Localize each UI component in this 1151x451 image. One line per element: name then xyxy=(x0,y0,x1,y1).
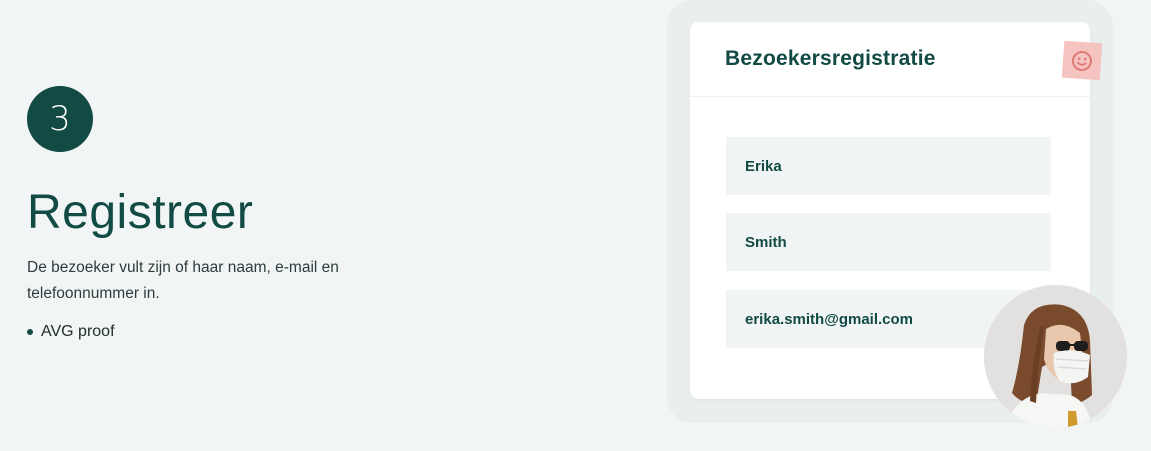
first-name-field[interactable]: Erika xyxy=(726,137,1051,195)
bullet-label: AVG proof xyxy=(41,323,115,340)
smiley-sticker xyxy=(1061,40,1103,81)
last-name-value: Smith xyxy=(745,233,787,251)
first-name-value: Erika xyxy=(745,157,782,175)
bullet-item: AVG proof xyxy=(27,323,447,341)
last-name-field[interactable]: Smith xyxy=(726,213,1051,271)
visitor-photo xyxy=(984,285,1127,428)
step-number-badge: 3 xyxy=(27,86,93,152)
section-title: Registreer xyxy=(27,186,254,239)
bullet-dot-icon xyxy=(27,329,33,335)
email-value: erika.smith@gmail.com xyxy=(745,310,914,328)
smiley-icon xyxy=(1072,50,1092,71)
card-title: Bezoekersregistratie xyxy=(690,22,1090,97)
step-section: 3 Registreer De bezoeker vult zijn of ha… xyxy=(27,86,447,341)
section-description: De bezoeker vult zijn of haar naam, e-ma… xyxy=(27,259,339,302)
visitor-avatar xyxy=(984,285,1127,428)
